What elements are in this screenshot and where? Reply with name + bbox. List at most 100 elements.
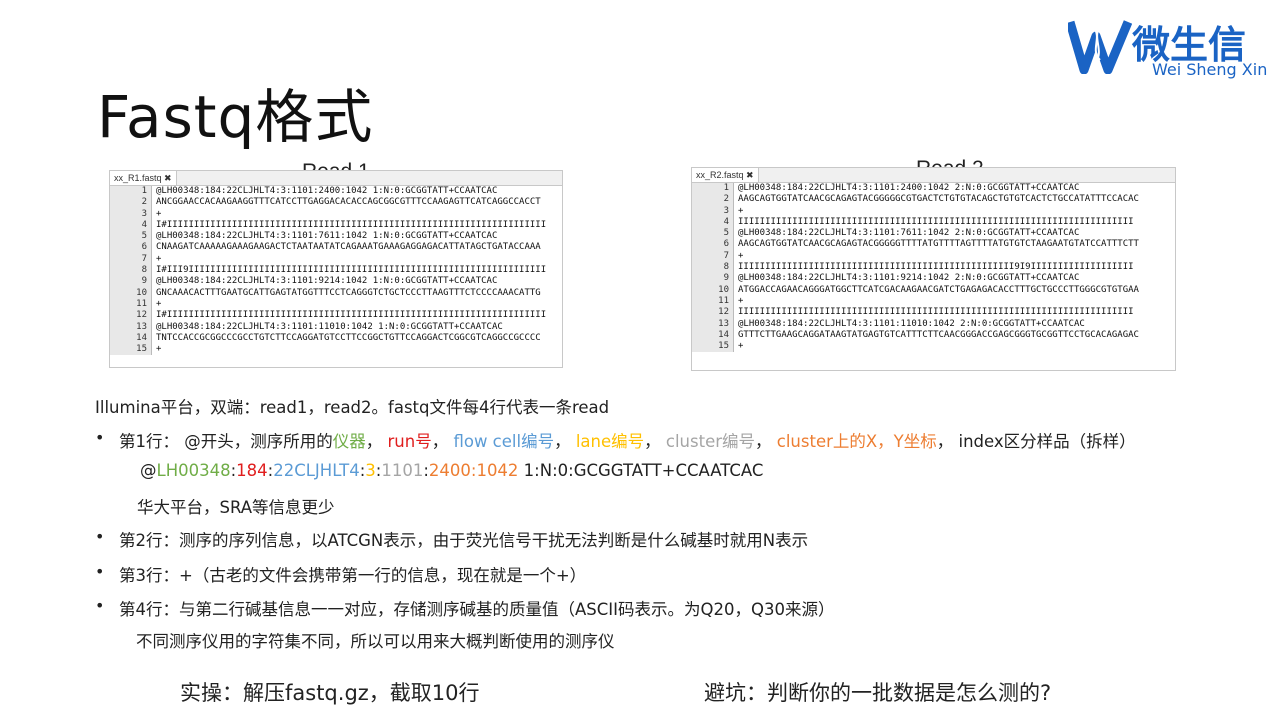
line-text: I#IIIIIIIIIIIIIIIIIIIIIIIIIIIIIIIIIIIIII… <box>156 310 547 321</box>
line-text: IIIIIIIIIIIIIIIIIIIIIIIIIIIIIIIIIIIIIIII… <box>738 216 1134 227</box>
line1-sep: ， <box>365 432 388 451</box>
line-number: 10 <box>692 284 734 296</box>
line-text: IIIIIIIIIIIIIIIIIIIIIIIIIIIIIIIIIIIIIIII… <box>738 262 1134 273</box>
line-text: GNCAAACACTTTGAATGCATTGAGTATGGTTTCCTCAGGG… <box>156 287 541 298</box>
line-text: + <box>156 298 162 309</box>
line1-xy: cluster上的X，Y坐标 <box>776 432 937 451</box>
line1-instrument: 仪器 <box>332 432 366 451</box>
line-text: CNAAGATCAAAAAGAAAGAAGACTCTAATAATATCAGAAA… <box>156 242 541 253</box>
line-number: 13 <box>692 318 734 330</box>
line1-sep: ， <box>644 432 666 451</box>
example-at: @ <box>140 461 157 480</box>
read1-file-tab[interactable]: xx_R1.fastq ✖ <box>110 171 177 185</box>
read1-tabbar: xx_R1.fastq ✖ <box>110 171 562 186</box>
line-number: 3 <box>692 205 734 217</box>
bullet-3: • <box>95 562 105 581</box>
line-text: GTTTCTTGAAGCAGGATAAGTATGAGTGTCATTTCTTCAA… <box>738 329 1139 340</box>
code-line: 8 I#III9IIIIIIIIIIIIIIIIIIIIIIIIIIIIIIIII… <box>110 265 562 277</box>
line-number: 12 <box>692 307 734 319</box>
line-text: + <box>738 250 744 261</box>
line1-tail: ， index区分样品（拆样） <box>936 432 1136 451</box>
line1-sep: ， <box>431 432 454 451</box>
line-number: 2 <box>692 194 734 206</box>
line-text: + <box>156 253 162 264</box>
line-number: 5 <box>110 231 152 243</box>
code-line: 11 + <box>692 295 1175 308</box>
bullet-2: • <box>95 527 105 546</box>
code-line: 1 @LH00348:184:22CLJHLT4:3:1101:2400:1042… <box>110 186 562 198</box>
logo-subtitle: Wei Sheng Xin <box>1152 60 1268 79</box>
read1-code-lines: 1 @LH00348:184:22CLJHLT4:3:1101:2400:1042… <box>110 186 562 356</box>
line-text: @LH00348:184:22CLJHLT4:3:1101:9214:1042 … <box>738 273 1080 284</box>
line-text: AAGCAGTGGTATCAACGCAGAGTACGGGGGTTTTATGTTT… <box>738 239 1139 250</box>
line-text: @LH00348:184:22CLJHLT4:3:1101:2400:1042 … <box>738 183 1080 193</box>
line-text: I#IIIIIIIIIIIIIIIIIIIIIIIIIIIIIIIIIIIIII… <box>156 219 547 230</box>
line-text: @LH00348:184:22CLJHLT4:3:1101:7611:1042 … <box>156 231 498 242</box>
bullet-1: • <box>95 428 105 447</box>
line1-lead: 第1行： @开头，测序所用的 <box>119 432 333 451</box>
line-text: AAGCAGTGGTATCAACGCAGAGTACGGGGGCGTGACTCTG… <box>738 194 1139 205</box>
line-text: @LH00348:184:22CLJHLT4:3:1101:9214:1042 … <box>156 276 498 287</box>
code-line: 14 TNTCCACCGCGGCCCGCCTGTCTTCCAGGATGTCCTTC… <box>110 332 562 345</box>
line-number: 6 <box>110 242 152 254</box>
line-number: 1 <box>692 183 734 195</box>
bgi-note: 华大平台，SRA等信息更少 <box>137 498 335 517</box>
line-number: 9 <box>692 273 734 285</box>
code-line: 15 + <box>692 341 1175 353</box>
pitfall-question: 避坑：判断你的一批数据是怎么测的? <box>704 681 1052 705</box>
line1-sep: ， <box>554 432 576 451</box>
line-number: 7 <box>110 253 152 266</box>
code-line: 9 @LH00348:184:22CLJHLT4:3:1101:9214:1042… <box>692 273 1175 285</box>
read2-file-tab[interactable]: xx_R2.fastq ✖ <box>692 168 759 182</box>
line-text: @LH00348:184:22CLJHLT4:3:1101:2400:1042 … <box>156 186 498 196</box>
code-line: 12 I#IIIIIIIIIIIIIIIIIIIIIIIIIIIIIIIIIIII… <box>110 310 562 322</box>
code-line: 1 @LH00348:184:22CLJHLT4:3:1101:2400:1042… <box>692 183 1175 195</box>
line1-description: 第1行： @开头，测序所用的仪器， run号， flow cell编号， lan… <box>119 428 1136 452</box>
line-number: 15 <box>110 344 152 356</box>
code-line: 6 AAGCAGTGGTATCAACGCAGAGTACGGGGGTTTTATGTT… <box>692 239 1175 251</box>
code-line: 9 @LH00348:184:22CLJHLT4:3:1101:9214:1042… <box>110 276 562 288</box>
example-cluster: 1101 <box>381 461 424 480</box>
line-number: 4 <box>110 219 152 232</box>
line-number: 8 <box>110 265 152 277</box>
code-line: 3 + <box>692 205 1175 217</box>
code-line: 13 @LH00348:184:22CLJHLT4:3:1101:11010:10… <box>692 318 1175 330</box>
line-text: I#III9IIIIIIIIIIIIIIIIIIIIIIIIIIIIIIIIII… <box>156 265 547 276</box>
bullet-4: • <box>95 596 105 615</box>
line-text: ATGGACCAGAACAGGGATGGCTTCATCGACAAGAACGATC… <box>738 284 1139 295</box>
read1-fastq-viewer: xx_R1.fastq ✖ 1 @LH00348:184:22CLJHLT4:3:… <box>109 170 563 368</box>
line-text: IIIIIIIIIIIIIIIIIIIIIIIIIIIIIIIIIIIIIIII… <box>738 307 1134 318</box>
line-text: @LH00348:184:22CLJHLT4:3:1101:7611:1042 … <box>738 228 1080 239</box>
read2-code-lines: 1 @LH00348:184:22CLJHLT4:3:1101:2400:1042… <box>692 183 1175 353</box>
example-rest: 1:N:0:GCGGTATT+CCAATCAC <box>518 461 764 480</box>
line-number: 5 <box>692 228 734 240</box>
line-number: 14 <box>110 332 152 345</box>
line-number: 6 <box>692 239 734 251</box>
read2-fastq-viewer: xx_R2.fastq ✖ 1 @LH00348:184:22CLJHLT4:3:… <box>691 167 1176 371</box>
line-number: 11 <box>110 298 152 311</box>
practice-task: 实操：解压fastq.gz，截取10行 <box>180 681 480 705</box>
code-line: 14 GTTTCTTGAAGCAGGATAAGTATGAGTGTCATTTCTTC… <box>692 329 1175 342</box>
line-number: 7 <box>692 250 734 263</box>
intro-text: Illumina平台，双端：read1，read2。fastq文件每4行代表一条… <box>95 398 610 417</box>
line-text: + <box>156 344 162 355</box>
code-line: 10 GNCAAACACTTTGAATGCATTGAGTATGGTTTCCTCAG… <box>110 287 562 299</box>
line-number: 9 <box>110 276 152 288</box>
line-number: 12 <box>110 310 152 322</box>
w-dna-logo-icon <box>1068 20 1132 74</box>
line-text: @LH00348:184:22CLJHLT4:3:1101:11010:1042… <box>738 318 1085 329</box>
code-line: 11 + <box>110 298 562 311</box>
line-text: + <box>156 208 162 219</box>
code-line: 6 CNAAGATCAAAAAGAAAGAAGACTCTAATAATATCAGAA… <box>110 242 562 254</box>
line1-sep: ， <box>755 432 777 451</box>
line-text: + <box>738 341 744 352</box>
line-number: 8 <box>692 262 734 274</box>
example-flowcell: 22CLJHLT4 <box>273 461 360 480</box>
line-number: 11 <box>692 295 734 308</box>
line1-flowcell: flow cell编号 <box>453 432 555 451</box>
example-lane: 3 <box>365 461 376 480</box>
code-line: 7 + <box>692 250 1175 263</box>
code-line: 3 + <box>110 208 562 220</box>
line-number: 13 <box>110 321 152 333</box>
example-instrument: LH00348 <box>156 461 231 480</box>
